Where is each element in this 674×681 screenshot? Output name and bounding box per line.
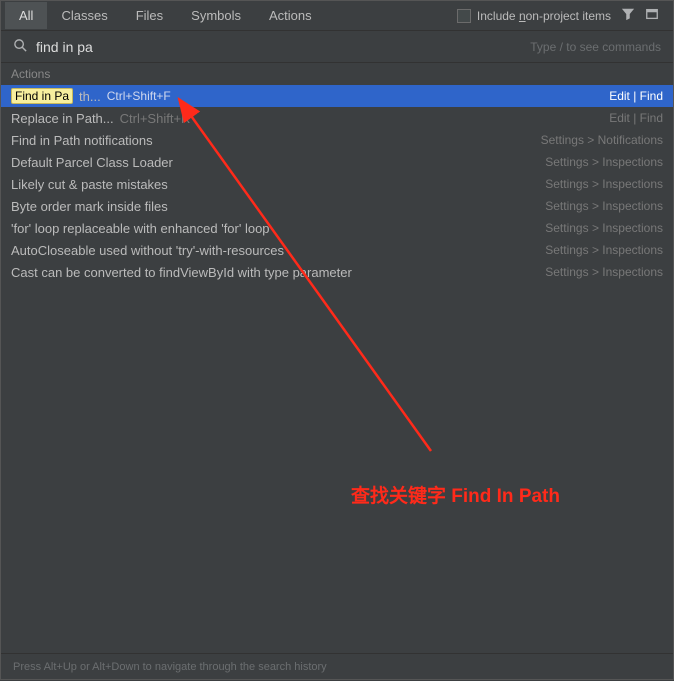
tab-symbols[interactable]: Symbols (177, 2, 255, 29)
pin-window-icon[interactable] (645, 7, 659, 24)
result-label: Cast can be converted to findViewById wi… (11, 265, 352, 280)
result-row[interactable]: Cast can be converted to findViewById wi… (1, 261, 673, 283)
result-meta: Settings > Inspections (545, 177, 663, 191)
result-row[interactable]: 'for' loop replaceable with enhanced 'fo… (1, 217, 673, 239)
result-row-replace-in-path[interactable]: Replace in Path... Ctrl+Shift+R Edit | F… (1, 107, 673, 129)
result-meta: Settings > Inspections (545, 199, 663, 213)
result-label: Replace in Path... (11, 111, 114, 126)
tab-actions[interactable]: Actions (255, 2, 326, 29)
results-list: Find in Pa th... Ctrl+Shift+F Edit | Find… (1, 85, 673, 283)
search-hint: Type / to see commands (530, 40, 661, 54)
result-row-find-in-path[interactable]: Find in Pa th... Ctrl+Shift+F Edit | Find (1, 85, 673, 107)
search-icon (13, 38, 28, 56)
result-meta: Edit | Find (609, 89, 663, 103)
result-meta: Settings > Inspections (545, 155, 663, 169)
footer-hint: Press Alt+Up or Alt+Down to navigate thr… (1, 653, 673, 679)
result-label: Default Parcel Class Loader (11, 155, 173, 170)
tab-all[interactable]: All (5, 2, 47, 29)
result-row[interactable]: Find in Path notifications Settings > No… (1, 129, 673, 151)
result-shortcut: Ctrl+Shift+F (107, 89, 171, 103)
result-row[interactable]: Likely cut & paste mistakes Settings > I… (1, 173, 673, 195)
include-nonproject-checkbox[interactable]: Include non-project items (457, 9, 611, 23)
result-label: Find in Path notifications (11, 133, 153, 148)
result-row[interactable]: Byte order mark inside files Settings > … (1, 195, 673, 217)
result-label: Byte order mark inside files (11, 199, 168, 214)
checkbox-box-icon (457, 9, 471, 23)
tab-bar: All Classes Files Symbols Actions Includ… (1, 1, 673, 31)
result-meta: Settings > Inspections (545, 221, 663, 235)
annotation-text: 查找关键字 Find In Path (351, 481, 560, 508)
include-nonproject-label: Include non-project items (477, 9, 611, 23)
result-meta: Edit | Find (609, 111, 663, 125)
result-label-suffix: th... (79, 89, 101, 104)
tab-files[interactable]: Files (122, 2, 177, 29)
search-row: Type / to see commands (1, 31, 673, 63)
result-row[interactable]: AutoCloseable used without 'try'-with-re… (1, 239, 673, 261)
tab-classes[interactable]: Classes (47, 2, 121, 29)
section-header-actions: Actions (1, 63, 673, 85)
result-highlight: Find in Pa (11, 88, 73, 104)
result-meta: Settings > Notifications (541, 133, 663, 147)
search-input[interactable] (36, 39, 530, 55)
result-meta: Settings > Inspections (545, 265, 663, 279)
result-shortcut: Ctrl+Shift+R (120, 111, 191, 126)
result-row[interactable]: Default Parcel Class Loader Settings > I… (1, 151, 673, 173)
result-label: Likely cut & paste mistakes (11, 177, 168, 192)
filter-icon[interactable] (621, 7, 635, 24)
result-label: 'for' loop replaceable with enhanced 'fo… (11, 221, 270, 236)
result-meta: Settings > Inspections (545, 243, 663, 257)
result-label: AutoCloseable used without 'try'-with-re… (11, 243, 284, 258)
